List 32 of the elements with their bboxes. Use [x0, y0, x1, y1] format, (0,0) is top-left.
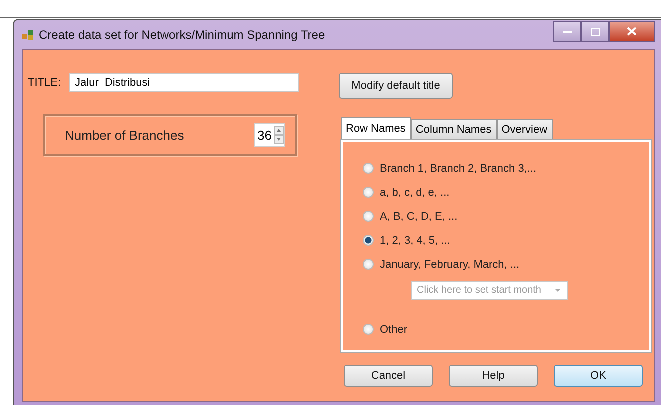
tab[interactable]: Overview [496, 119, 553, 140]
option-label: January, February, March, ... [380, 258, 520, 270]
radio-button[interactable] [363, 163, 374, 174]
close-button[interactable] [609, 21, 655, 42]
radio-button[interactable] [363, 324, 374, 335]
radio-button[interactable] [363, 211, 374, 222]
dialog-button[interactable]: Cancel [344, 365, 433, 387]
caret-icon [553, 288, 563, 294]
minimize-button[interactable] [553, 21, 581, 42]
radio-button[interactable] [363, 187, 374, 198]
option-label: A, B, C, D, E, ... [380, 210, 458, 222]
radio-button[interactable] [363, 259, 374, 270]
maximize-icon [590, 28, 600, 36]
option-label: a, b, c, d, e, ... [380, 186, 450, 198]
app-icon [22, 28, 34, 40]
close-icon [627, 27, 637, 36]
minimize-icon [562, 30, 572, 34]
maximize-button[interactable] [581, 21, 609, 42]
branches-spinner[interactable]: 36 [254, 123, 285, 147]
option-label: Other [380, 324, 408, 336]
title-label: TITLE: [28, 76, 62, 88]
modify-title-button[interactable]: Modify default title [339, 73, 453, 99]
window-title: Create data set for Networks/Minimum Spanning Tree [39, 28, 326, 42]
branches-label: Number of Branches [65, 128, 186, 142]
dialog-button[interactable]: OK [554, 365, 643, 387]
radio-button[interactable] [363, 235, 374, 246]
option-label: Branch 1, Branch 2, Branch 3,... [380, 162, 537, 174]
option-label: 1, 2, 3, 4, 5, ... [380, 234, 450, 246]
title-input-field[interactable]: Jalur Distribusi [69, 73, 300, 92]
tab[interactable]: Row Names [341, 117, 411, 140]
tab[interactable]: Column Names [410, 119, 497, 140]
dialog-button[interactable]: Help [449, 365, 538, 387]
